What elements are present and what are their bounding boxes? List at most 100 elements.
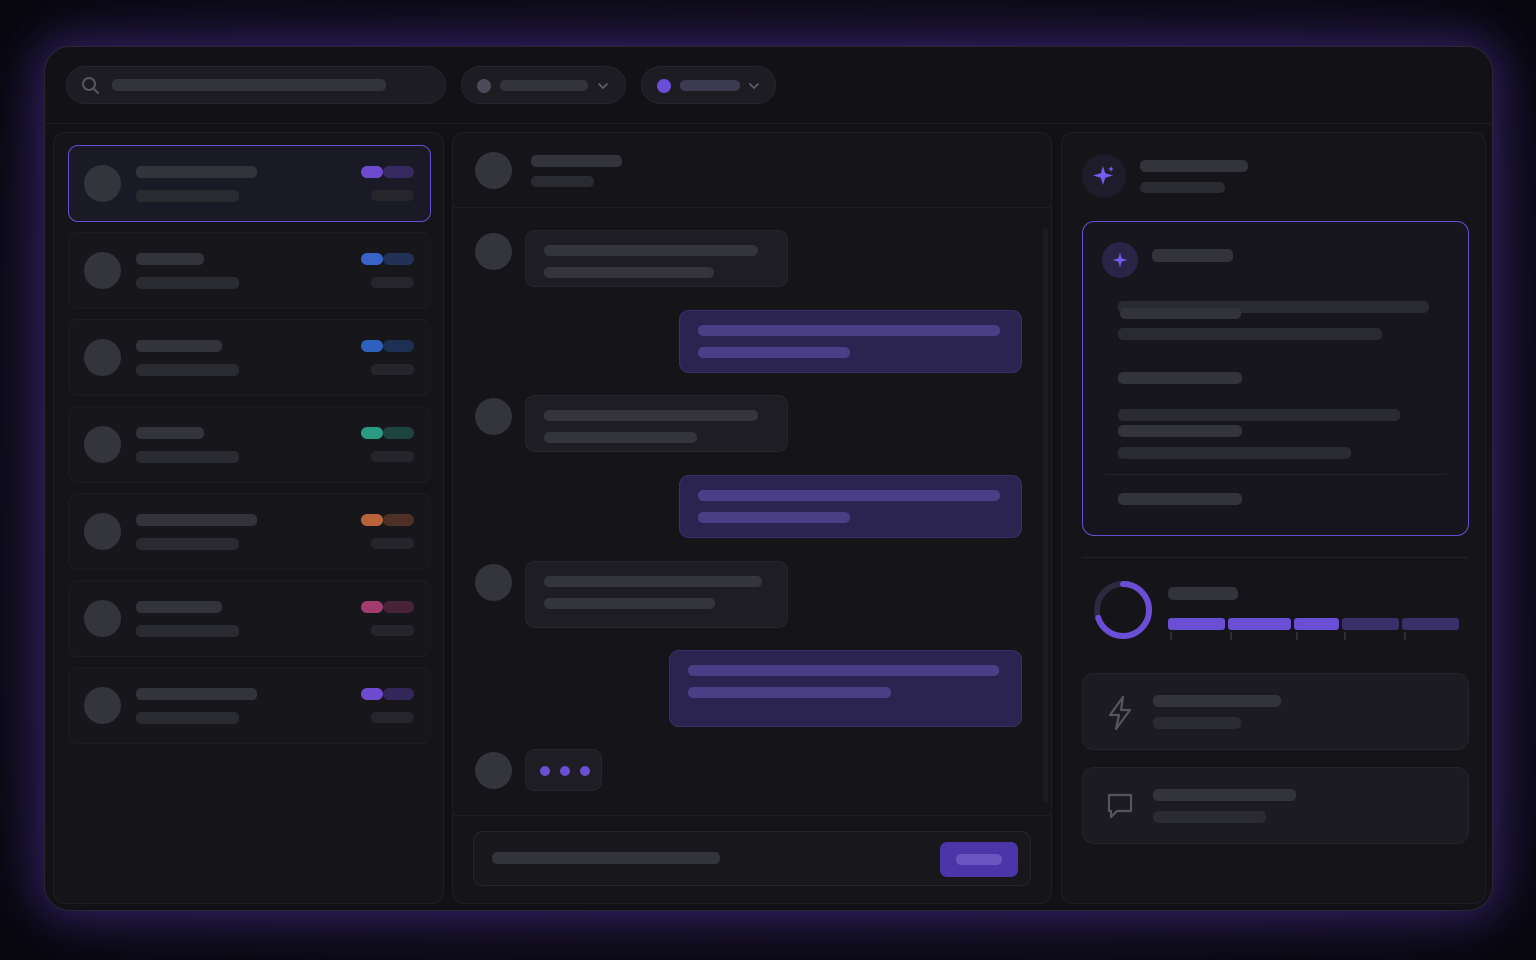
conversation-item[interactable] [68,232,431,309]
status-tag-label [383,253,414,265]
lightning-icon [1108,696,1132,730]
conversation-preview [136,364,239,376]
message-line [698,490,1000,501]
divider [1105,474,1446,475]
avatar [475,233,512,270]
conversation-item[interactable] [68,493,431,570]
input-placeholder [492,852,720,864]
status-tag [361,688,383,700]
avatar [475,398,512,435]
chat-bubble-icon [1107,793,1133,819]
conversation-preview [136,451,239,463]
avatar [84,600,121,637]
outgoing-message [679,310,1022,373]
progress-segment [1294,618,1339,630]
send-button[interactable] [940,842,1018,877]
message-line [544,432,697,443]
status-tag [361,253,383,265]
status-tag-label [383,340,414,352]
progress-tick [1230,632,1232,640]
divider [1082,557,1468,558]
conversation-time [371,538,414,549]
quick-action-card[interactable] [1082,673,1469,750]
progress-tick [1344,632,1346,640]
status-tag-label [383,601,414,613]
message-line [698,347,850,358]
message-line [698,325,1000,336]
message-line [544,410,758,421]
message-action-card[interactable] [1082,767,1469,844]
sparkle-icon [1093,166,1114,185]
progress-tick [1296,632,1298,640]
assistant-avatar [1082,154,1126,198]
incoming-message [525,561,788,628]
conversation-item[interactable] [68,145,431,222]
typing-dot [580,766,590,776]
suggestion-action[interactable] [1118,493,1242,505]
conversation-name [136,253,204,265]
conversation-time [371,277,414,288]
avatar [84,339,121,376]
card-title [1153,789,1296,801]
conversation-preview [136,190,239,202]
scrollbar[interactable] [1043,228,1048,803]
status-tag [361,427,383,439]
avatar [84,165,121,202]
avatar [84,252,121,289]
conversation-preview [136,712,239,724]
suggestion-line [1118,328,1382,340]
card-subtitle [1153,717,1241,729]
assistant-subtitle [1140,182,1225,193]
message-input[interactable] [473,831,1031,886]
typing-dot [540,766,550,776]
avatar [84,513,121,550]
card-subtitle [1153,811,1266,823]
conversation-name [136,166,257,178]
conversation-time [371,625,414,636]
suggestion-line [1118,409,1400,421]
status-tag [361,514,383,526]
message-line [544,245,758,256]
progress-segment [1402,618,1459,630]
suggestion-line [1118,372,1242,384]
conversation-item[interactable] [68,667,431,744]
message-line [544,267,714,278]
filter-label [500,80,588,91]
conversation-preview [136,625,239,637]
filter-dropdown-2[interactable] [641,66,776,104]
assistant-title [1140,160,1248,172]
progress-tick [1170,632,1172,640]
status-tag [361,166,383,178]
suggestion-card[interactable] [1082,221,1469,536]
message-line [688,687,891,698]
status-dot [657,79,671,93]
progress-segment [1168,618,1225,630]
avatar [475,752,512,789]
status-tag [361,601,383,613]
chevron-down-icon [749,83,759,90]
conversation-name [136,514,257,526]
sparkle-icon [1112,252,1128,268]
conversation-time [371,364,414,375]
search-input[interactable] [66,66,446,104]
suggestion-title [1152,249,1233,262]
conversation-item[interactable] [68,580,431,657]
conversation-item[interactable] [68,319,431,396]
suggestion-line [1120,308,1241,319]
conversation-list [53,132,444,904]
assistant-panel [1061,132,1486,904]
card-title [1153,695,1281,707]
status-tag [361,340,383,352]
app-window [44,46,1493,911]
avatar [84,687,121,724]
top-bar [45,47,1492,124]
message-line [698,512,850,523]
progress-segment [1342,618,1399,630]
filter-dropdown-1[interactable] [461,66,626,104]
incoming-message [525,230,788,287]
conversation-item[interactable] [68,406,431,483]
incoming-message [525,395,788,452]
suggestion-line [1118,425,1242,437]
progress-segment [1228,618,1291,630]
progress-title [1168,587,1238,600]
